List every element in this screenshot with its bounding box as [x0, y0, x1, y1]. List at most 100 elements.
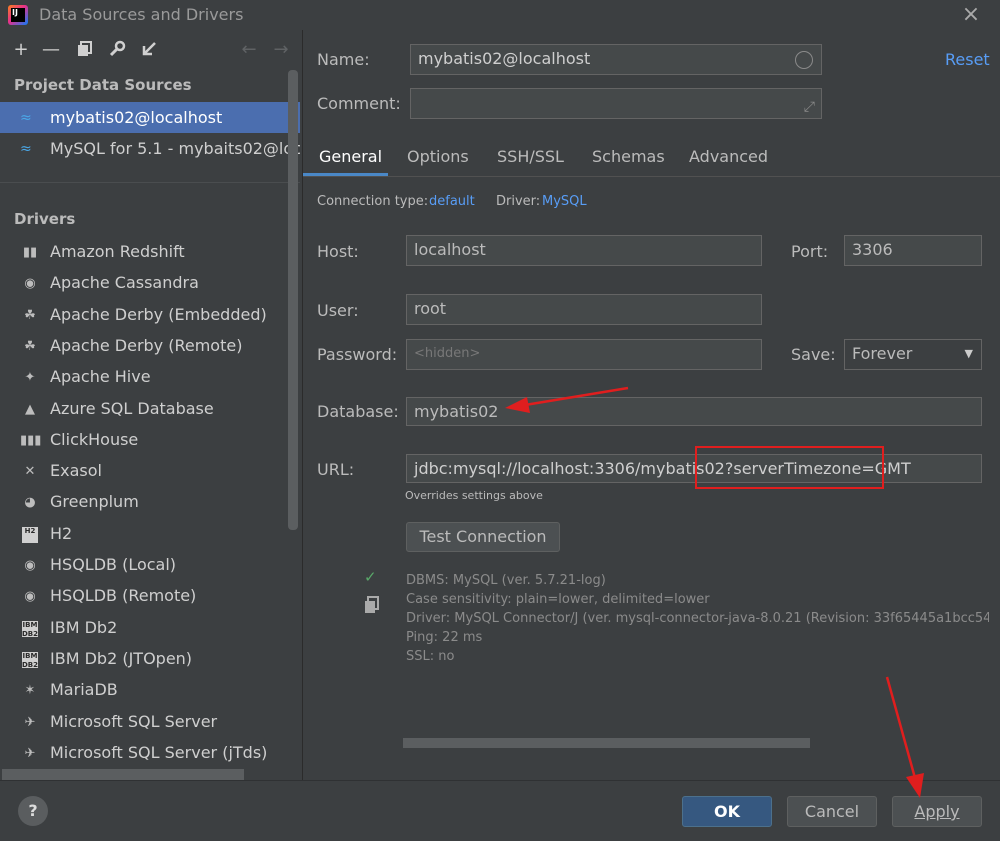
driver-item[interactable]: ✈ Microsoft SQL Server	[0, 707, 286, 738]
tab-advanced[interactable]: Advanced	[689, 147, 768, 166]
driver-label: MariaDB	[50, 680, 118, 700]
driver-item[interactable]: ◕ Greenplum	[0, 487, 286, 518]
driver-item[interactable]: ✦ Apache Hive	[0, 362, 286, 393]
comment-field[interactable]: ⤢	[410, 88, 822, 119]
mysql-icon: ≈	[20, 141, 32, 157]
comment-label: Comment:	[317, 94, 401, 113]
redshift-icon: ▮▮	[22, 245, 38, 260]
port-label: Port:	[791, 242, 829, 261]
window-title: Data Sources and Drivers	[39, 5, 244, 24]
user-label: User:	[317, 301, 359, 320]
port-field[interactable]: 3306	[844, 235, 982, 266]
test-connection-button[interactable]: Test Connection	[406, 522, 560, 552]
driver-link[interactable]: MySQL	[542, 194, 587, 209]
apply-button[interactable]: Apply	[892, 796, 982, 827]
tab-ssh-ssl[interactable]: SSH/SSL	[497, 147, 564, 166]
left-panel: + — ← → Project Data Sources ≈ mybatis02…	[0, 30, 303, 780]
datasource-label: MySQL for 5.1 - mybaits02@localhost	[50, 139, 300, 158]
close-icon[interactable]: ×	[958, 2, 984, 28]
hive-icon: ✦	[24, 370, 36, 386]
driver-label: HSQLDB (Remote)	[50, 586, 197, 606]
url-label: URL:	[317, 460, 355, 479]
wrench-icon[interactable]	[106, 40, 128, 60]
save-label: Save:	[791, 345, 836, 364]
intellij-logo-icon: IJ	[8, 5, 28, 25]
connection-type-label: Connection type:	[317, 194, 429, 209]
help-button[interactable]: ?	[18, 796, 48, 826]
driver-item[interactable]: ✶ MariaDB	[0, 675, 286, 706]
driver-item[interactable]: ☘ Apache Derby (Embedded)	[0, 300, 286, 331]
driver-item[interactable]: IBM DB2 IBM Db2	[0, 613, 286, 644]
back-icon[interactable]: ←	[238, 40, 260, 60]
forward-icon[interactable]: →	[270, 40, 292, 60]
host-field[interactable]: localhost	[406, 235, 762, 266]
sql-server-icon: ✈	[24, 745, 36, 761]
clickhouse-icon: ▮▮▮	[20, 432, 42, 448]
left-horizontal-scrollbar[interactable]	[2, 769, 244, 780]
ibm-db2-icon: IBM DB2	[22, 620, 39, 638]
driver-item[interactable]: ◉ HSQLDB (Local)	[0, 550, 286, 581]
divider	[0, 182, 300, 183]
greenplum-icon: ◕	[24, 495, 36, 511]
sql-server-icon: ✈	[24, 714, 36, 730]
tab-general[interactable]: General	[319, 147, 382, 166]
driver-item[interactable]: IBM DB2 IBM Db2 (JTOpen)	[0, 644, 286, 675]
import-icon[interactable]	[138, 40, 160, 60]
driver-label: Amazon Redshift	[50, 242, 185, 261]
expand-icon[interactable]: ⤢	[804, 93, 815, 118]
hsqldb-icon: ◉	[24, 589, 36, 605]
left-vertical-scrollbar[interactable]	[288, 70, 298, 530]
driver-label: Apache Cassandra	[50, 273, 199, 293]
derby-icon: ☘	[24, 338, 36, 354]
right-horizontal-scrollbar[interactable]	[403, 738, 810, 748]
project-sources-title: Project Data Sources	[14, 76, 192, 94]
color-circle-icon[interactable]	[795, 51, 813, 69]
reset-link[interactable]: Reset	[945, 50, 990, 69]
driver-item[interactable]: ✈ Microsoft SQL Server (jTds)	[0, 738, 286, 769]
chevron-down-icon: ▼	[964, 347, 973, 360]
datasource-label: mybatis02@localhost	[50, 108, 223, 127]
driver-item[interactable]: ◉ Apache Cassandra	[0, 268, 286, 299]
driver-item[interactable]: H2 H2	[0, 519, 286, 550]
hsqldb-icon: ◉	[24, 558, 36, 573]
add-icon[interactable]: +	[10, 40, 32, 60]
host-label: Host:	[317, 242, 359, 261]
url-field[interactable]: jdbc:mysql://localhost:3306/mybatis02?se…	[406, 454, 982, 483]
cancel-button[interactable]: Cancel	[787, 796, 877, 827]
name-label: Name:	[317, 50, 370, 69]
name-field[interactable]: mybatis02@localhost	[410, 44, 822, 75]
save-dropdown[interactable]: Forever ▼	[844, 339, 982, 370]
info-ssl: SSL: no	[406, 649, 455, 664]
database-field[interactable]: mybatis02	[406, 397, 982, 426]
copy-icon[interactable]	[364, 596, 380, 618]
driver-item[interactable]: ◉ HSQLDB (Remote)	[0, 581, 286, 612]
password-label: Password:	[317, 345, 398, 364]
duplicate-icon[interactable]	[74, 40, 96, 60]
driver-item[interactable]: ☘ Apache Derby (Remote)	[0, 331, 286, 362]
datasource-item-mybatis02[interactable]: ≈ mybatis02@localhost	[0, 102, 300, 133]
mysql-icon: ≈	[20, 110, 32, 126]
remove-icon[interactable]: —	[40, 40, 62, 60]
driver-label: H2	[50, 523, 73, 543]
password-field[interactable]: <hidden>	[406, 339, 762, 370]
driver-label: ClickHouse	[50, 429, 139, 449]
tab-schemas[interactable]: Schemas	[592, 147, 665, 166]
connection-type-link[interactable]: default	[429, 194, 475, 209]
exasol-icon: ✕	[24, 464, 36, 480]
driver-item[interactable]: ✕ Exasol	[0, 456, 286, 487]
ok-button[interactable]: OK	[682, 796, 772, 827]
datasource-item-mysql51[interactable]: ≈ MySQL for 5.1 - mybaits02@localhost	[0, 133, 300, 164]
url-note: Overrides settings above	[405, 489, 543, 502]
driver-label: IBM Db2 (JTOpen)	[50, 648, 193, 668]
tab-options[interactable]: Options	[407, 147, 469, 166]
driver-item[interactable]: ▲ Azure SQL Database	[0, 394, 286, 425]
info-dbms: DBMS: MySQL (ver. 5.7.21-log)	[406, 573, 606, 588]
driver-label: IBM Db2	[50, 617, 118, 637]
user-field[interactable]: root	[406, 294, 762, 325]
info-driver: Driver: MySQL Connector/J (ver. mysql-co…	[406, 611, 989, 626]
driver-label: Azure SQL Database	[50, 398, 214, 418]
driver-item[interactable]: ▮▮▮ ClickHouse	[0, 425, 286, 456]
driver-label: Microsoft SQL Server	[50, 711, 218, 731]
azure-icon: ▲	[25, 401, 35, 417]
driver-item[interactable]: ▮▮ Amazon Redshift	[0, 237, 286, 268]
